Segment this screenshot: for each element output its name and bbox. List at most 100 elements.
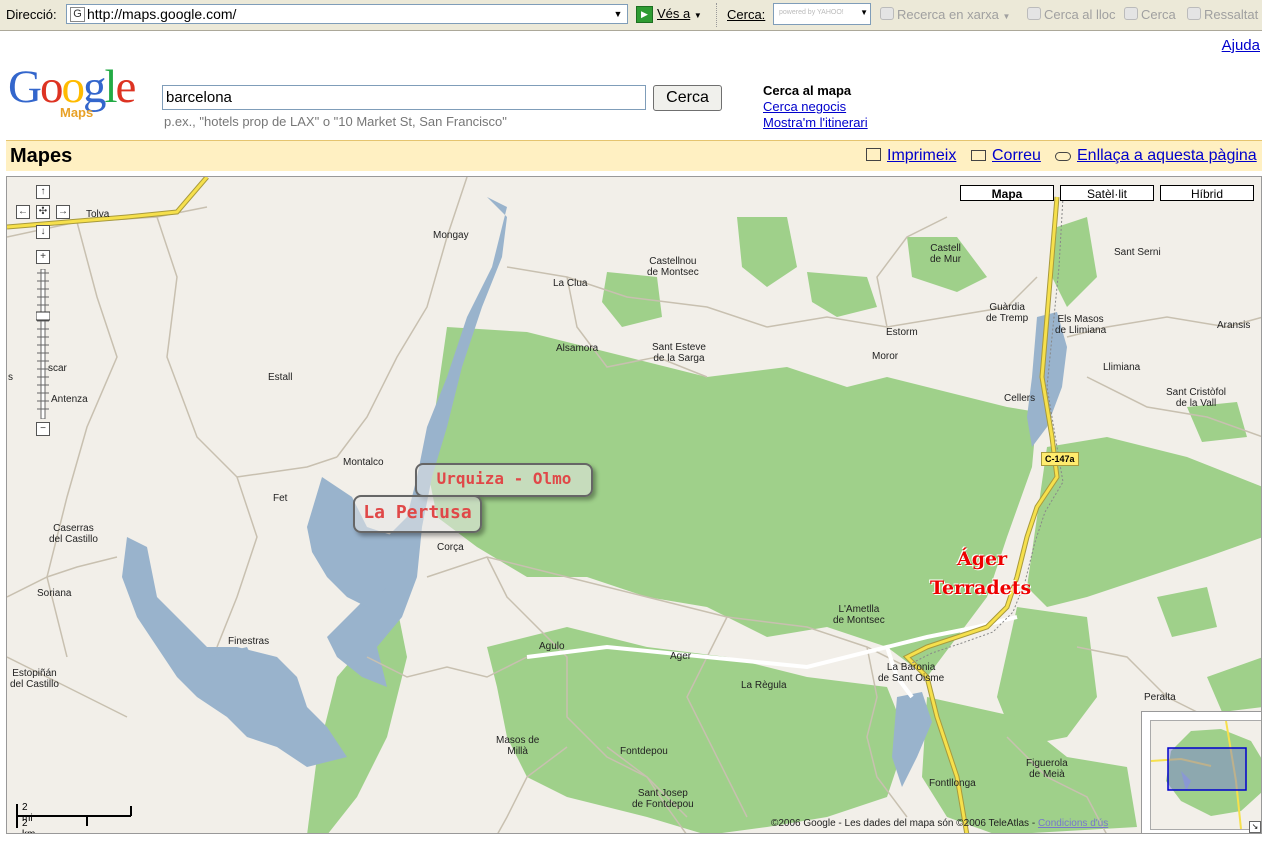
callout-la-pertusa: La Pertusa	[353, 495, 482, 533]
chevron-down-icon[interactable]: ▼	[611, 5, 625, 23]
maps-title-bar: Mapes Imprimeix Correu Enllaça a aquesta…	[6, 140, 1262, 171]
place-label: La Règula	[741, 680, 787, 691]
zoom-slider[interactable]	[35, 268, 51, 420]
place-label: Llimiana	[1103, 362, 1141, 373]
site-search-icon	[1027, 7, 1041, 20]
place-label: Sant Josep de Fontdepou	[632, 788, 694, 810]
highlighter-icon	[1187, 7, 1201, 20]
address-url[interactable]: http://maps.google.com/	[87, 6, 236, 22]
place-label: Mongay	[433, 230, 469, 241]
address-label: Direcció:	[6, 7, 57, 22]
pan-down-icon[interactable]: ↓	[36, 225, 50, 239]
search-hint: p.ex., "hotels prop de LAX" o "10 Market…	[164, 114, 507, 129]
place-label: La Baronia de Sant Oisme	[878, 662, 945, 684]
logo-sub: Maps	[60, 105, 94, 120]
place-label: Sant Esteve de la Sarga	[652, 342, 706, 364]
link-to-page-link[interactable]: Enllaça a aquesta pàgina	[1055, 147, 1257, 165]
search-map-heading: Cerca al mapa	[763, 83, 852, 98]
place-label: Sant Serni	[1114, 247, 1161, 258]
place-label: Estopiñán del Castillo	[10, 668, 59, 690]
google-favicon-icon: G	[70, 7, 85, 22]
search-input[interactable]	[162, 85, 646, 110]
zoom-out-icon[interactable]: −	[36, 422, 50, 436]
zoom-scale-ticks	[35, 268, 51, 420]
place-label: Els Masos de Llimiana	[1055, 314, 1107, 336]
map-type-hybrid-button[interactable]: Híbrid	[1160, 185, 1254, 201]
place-label: Antenza	[51, 394, 88, 405]
place-label: Fontllonga	[929, 778, 976, 789]
search-business-link[interactable]: Cerca negocis	[763, 99, 868, 115]
search-options: Cerca al mapa Cerca negocis Mostra'm l'i…	[763, 83, 868, 131]
place-label: Tolva	[86, 209, 110, 220]
map-canvas[interactable]: Mapa Satèl·lit Híbrid ↑ ← ✣ → ↓ + − Tolv…	[6, 176, 1262, 834]
place-label: Fontdepou	[620, 746, 668, 757]
place-label: Agulo	[539, 641, 565, 652]
place-label: Caserras del Castillo	[49, 523, 98, 545]
place-label: Estorm	[886, 327, 918, 338]
place-label: Estall	[268, 372, 293, 383]
scale-km: 2 km	[22, 818, 35, 833]
zoom-handle	[35, 311, 51, 321]
play-icon: ▶	[636, 6, 653, 24]
place-label: Guàrdia de Tremp	[986, 302, 1029, 324]
zoom-in-icon[interactable]: +	[36, 250, 50, 264]
go-button[interactable]: ▶ Vés a ▼	[636, 6, 702, 24]
place-label: L'Ametlla de Montsec	[833, 604, 885, 626]
place-label: Ager	[670, 651, 692, 662]
envelope-icon	[971, 150, 986, 161]
yahoo-search-box[interactable]: powered by YAHOO! ▼	[773, 3, 871, 25]
place-label: Sant Cristòfol de la Vall	[1166, 387, 1227, 409]
yahoo-placeholder: powered by YAHOO!	[779, 9, 844, 16]
map-type-satellite-button[interactable]: Satèl·lit	[1060, 185, 1154, 201]
chain-link-icon	[1055, 152, 1071, 161]
place-label: scar	[48, 363, 67, 374]
collapse-overview-icon[interactable]: ↘	[1249, 821, 1261, 833]
toolbar-highlight[interactable]: Ressaltat	[1187, 7, 1258, 22]
directions-link[interactable]: Mostra'm l'itinerari	[763, 115, 868, 131]
pan-right-icon[interactable]: →	[56, 205, 70, 219]
place-label: Castellnou de Montsec	[647, 256, 699, 278]
toolbar-web-search[interactable]: Recerca en xarxa ▼	[880, 7, 1010, 22]
toolbar-search[interactable]: Cerca	[1124, 7, 1176, 22]
search-label: Cerca:	[727, 7, 766, 22]
browser-toolbar: Direcció: G http://maps.google.com/ ▼ ▶ V…	[0, 0, 1262, 31]
web-search-icon	[880, 7, 894, 20]
road-badge: C-147a	[1041, 452, 1079, 466]
place-label: Aransis	[1217, 320, 1251, 331]
map-type-map-button[interactable]: Mapa	[960, 185, 1054, 201]
place-label: Alsamora	[556, 343, 599, 354]
help-link[interactable]: Ajuda	[1222, 37, 1260, 54]
toolbar-site-search[interactable]: Cerca al lloc	[1027, 7, 1116, 22]
overview-viewport	[1167, 747, 1247, 791]
pan-center-icon[interactable]: ✣	[36, 205, 50, 219]
overview-map[interactable]: ↘	[1141, 711, 1261, 833]
chevron-down-icon: ▼	[693, 11, 702, 20]
place-label: Peralta	[1144, 692, 1176, 703]
place-label: Moror	[872, 351, 899, 362]
place-label: La Clua	[553, 278, 588, 289]
pan-up-icon[interactable]: ↑	[36, 185, 50, 199]
chevron-down-icon[interactable]: ▼	[860, 8, 868, 17]
place-label: s	[8, 372, 13, 383]
map-base-layer	[7, 177, 1261, 833]
pan-left-icon[interactable]: ←	[16, 205, 30, 219]
place-label: Corça	[437, 542, 464, 553]
printer-icon	[866, 148, 881, 161]
print-link[interactable]: Imprimeix	[866, 147, 956, 165]
email-link[interactable]: Correu	[971, 147, 1041, 165]
overview-map-graphic	[1151, 721, 1261, 829]
annotation-ager: Áger	[957, 548, 1008, 570]
callout-urquiza-olmo: Urquiza - Olmo	[415, 463, 593, 497]
place-label: Fet	[273, 493, 288, 504]
document-icon	[1124, 7, 1138, 20]
google-maps-logo[interactable]: Google Maps	[8, 61, 156, 124]
search-button[interactable]: Cerca	[653, 85, 722, 111]
place-label: Montalco	[343, 457, 384, 468]
address-field[interactable]: G http://maps.google.com/ ▼	[66, 4, 628, 24]
page-title: Mapes	[10, 145, 73, 167]
place-label: Finestras	[228, 636, 270, 647]
overview-map-canvas[interactable]	[1150, 720, 1261, 830]
place-label: Masos de Millà	[496, 735, 540, 757]
terms-link[interactable]: Condicions d'ús	[1038, 818, 1108, 829]
place-label: Figuerola de Meià	[1026, 758, 1068, 780]
